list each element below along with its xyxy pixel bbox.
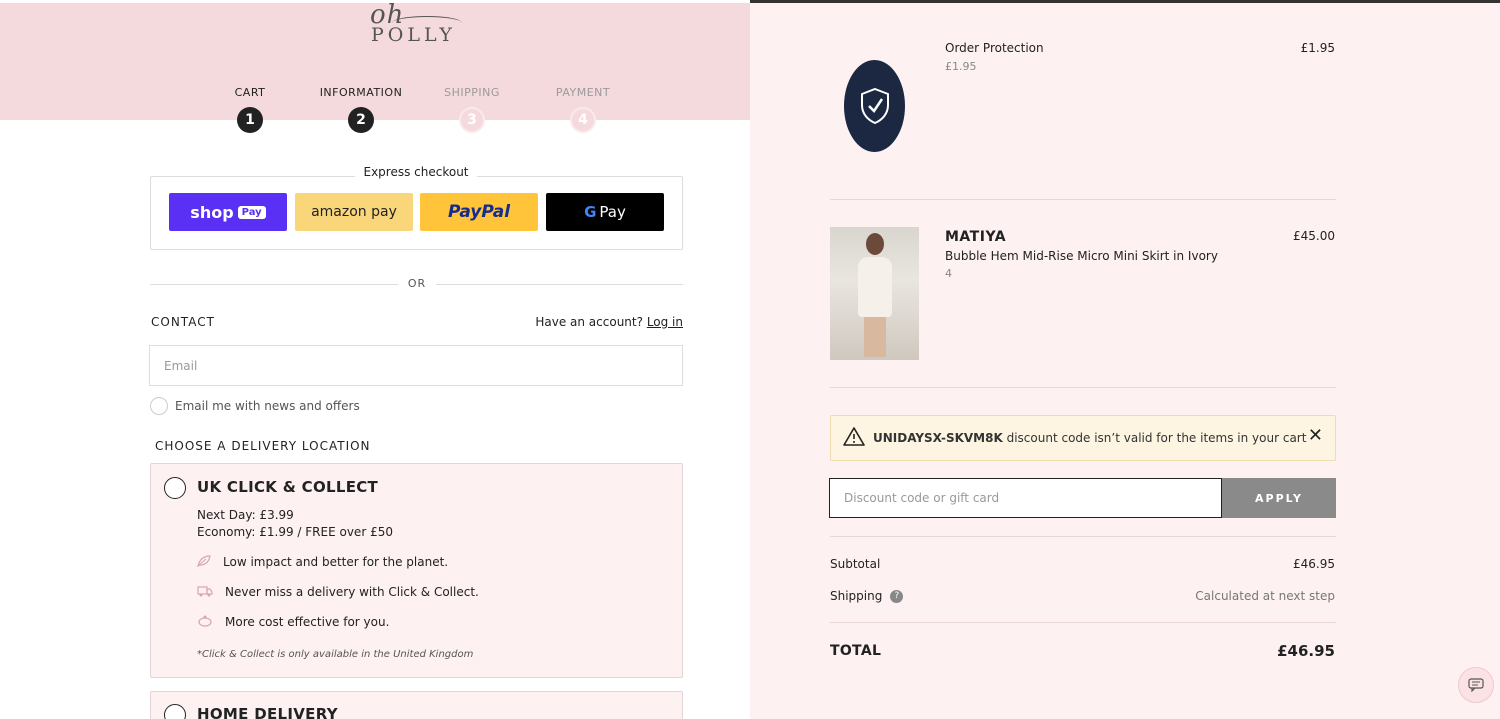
order-protection-name: Order Protection: [945, 41, 1044, 55]
piggy-bank-icon: [197, 615, 213, 630]
total-value: £46.95: [1277, 642, 1335, 660]
shop-pay-button[interactable]: shop Pay: [169, 193, 287, 231]
discount-code: UNIDAYSX-SKVM8K: [873, 431, 1003, 445]
product-brand: MATIYA: [945, 229, 1007, 245]
model-legs: [864, 317, 886, 357]
option-title: HOME DELIVERY: [197, 705, 338, 719]
or-divider-right: [436, 284, 683, 285]
leaf-icon: [197, 555, 211, 570]
or-separator: OR: [407, 277, 427, 290]
step-number: 4: [570, 107, 596, 133]
step-cart[interactable]: CART 1: [195, 86, 305, 133]
product-size: 4: [945, 267, 952, 280]
order-protection-price: £1.95: [1300, 41, 1335, 55]
google-g-icon: G: [584, 203, 597, 221]
product-name: Bubble Hem Mid-Rise Micro Mini Skirt in …: [945, 249, 1218, 263]
email-input[interactable]: [149, 345, 683, 386]
dress-shape: [858, 257, 892, 317]
chat-icon[interactable]: [1458, 667, 1494, 703]
delivery-option-home[interactable]: HOME DELIVERY: [150, 691, 683, 719]
feature-text: Low impact and better for the planet.: [223, 555, 449, 569]
step-shipping: SHIPPING 3: [417, 86, 527, 133]
contact-heading: CONTACT: [151, 315, 215, 329]
amazon-pay-label: amazon pay: [311, 204, 397, 220]
step-label: SHIPPING: [444, 86, 500, 99]
apply-button[interactable]: APPLY: [1222, 478, 1336, 518]
account-prompt: Have an account? Log in: [535, 315, 683, 329]
product-photo: [830, 227, 919, 360]
amazon-pay-button[interactable]: amazon pay: [295, 193, 413, 231]
shop-pay-tag: Pay: [237, 205, 266, 219]
next-day-price: Next Day: £3.99: [197, 508, 294, 522]
alert-text: discount code isn’t valid for the items …: [1006, 431, 1307, 445]
step-number: 2: [348, 107, 374, 133]
close-icon[interactable]: ✕: [1308, 425, 1323, 446]
product-price: £45.00: [1293, 229, 1335, 243]
option-title: UK CLICK & COLLECT: [197, 478, 379, 496]
express-checkout-label: Express checkout: [355, 165, 477, 179]
order-protection-sub: £1.95: [945, 60, 977, 73]
shipping-row: Shipping?: [830, 589, 904, 603]
click-collect-radio[interactable]: [164, 477, 186, 499]
summary-divider: [830, 622, 1336, 623]
economy-price: Economy: £1.99 / FREE over £50: [197, 525, 393, 539]
step-label: PAYMENT: [555, 86, 611, 99]
step-number: 3: [459, 107, 485, 133]
step-information[interactable]: INFORMATION 2: [306, 86, 416, 133]
newsletter-checkbox[interactable]: [150, 397, 168, 415]
feature-text: Never miss a delivery with Click & Colle…: [225, 585, 479, 599]
click-collect-note: *Click & Collect is only available in th…: [197, 649, 474, 660]
subtotal-label: Subtotal: [830, 557, 881, 571]
item-divider: [830, 387, 1336, 388]
shield-icon: [844, 60, 905, 152]
help-icon[interactable]: ?: [890, 590, 904, 603]
google-pay-button[interactable]: G Pay: [546, 193, 664, 231]
shipping-value: Calculated at next step: [1195, 589, 1335, 603]
google-pay-label: Pay: [599, 203, 626, 221]
feature-text: More cost effective for you.: [225, 615, 390, 629]
paypal-label: PayPal: [447, 202, 511, 222]
delivery-heading: CHOOSE A DELIVERY LOCATION: [155, 439, 371, 453]
shop-pay-label: shop: [190, 202, 234, 222]
step-label: INFORMATION: [319, 86, 403, 99]
delivery-option-click-collect[interactable]: UK CLICK & COLLECT Next Day: £3.99 Econo…: [150, 463, 683, 678]
or-divider-left: [150, 284, 398, 285]
item-divider: [830, 199, 1336, 200]
summary-divider: [830, 536, 1336, 537]
logo-wordmark: POLLY: [371, 24, 456, 46]
step-number: 1: [237, 107, 263, 133]
model-head: [866, 233, 884, 255]
truck-icon: [197, 585, 213, 600]
discount-code-input[interactable]: [829, 478, 1222, 518]
step-payment: PAYMENT 4: [528, 86, 638, 133]
warning-icon: [843, 427, 865, 446]
paypal-button[interactable]: PayPal: [420, 193, 538, 231]
newsletter-label: Email me with news and offers: [175, 399, 360, 413]
login-link[interactable]: Log in: [647, 315, 683, 329]
subtotal-value: £46.95: [1293, 557, 1335, 571]
alert-message: UNIDAYSX-SKVM8K discount code isn’t vali…: [873, 431, 1306, 445]
total-label: TOTAL: [830, 643, 882, 659]
home-delivery-radio[interactable]: [164, 704, 186, 719]
shipping-label: Shipping: [830, 589, 883, 603]
discount-error-alert: UNIDAYSX-SKVM8K discount code isn’t vali…: [830, 415, 1336, 461]
step-label: CART: [234, 86, 266, 99]
have-account-text: Have an account?: [535, 315, 643, 329]
